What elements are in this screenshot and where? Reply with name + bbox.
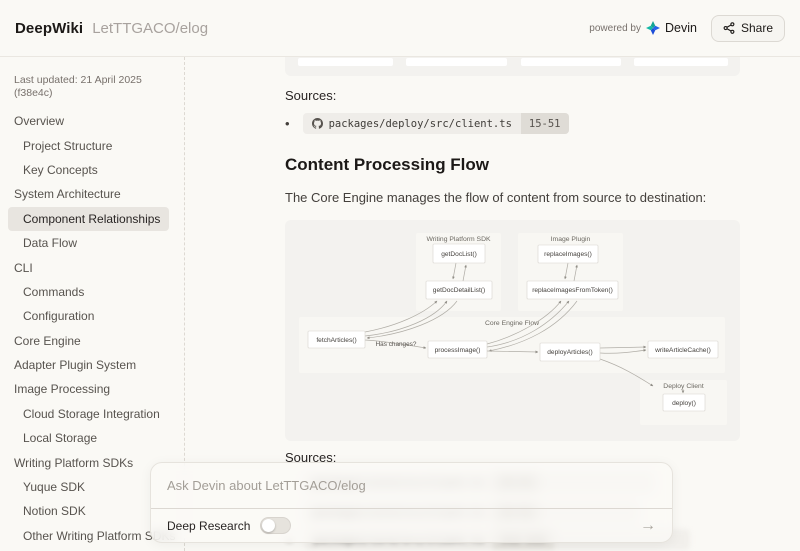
sidebar-item-local-storage[interactable]: Local Storage [0, 426, 184, 450]
sidebar-item-data-flow[interactable]: Data Flow [0, 231, 184, 255]
node-writeArticleCache: writeArticleCache() [648, 341, 718, 358]
edge-label-has-changes: Has changes? [376, 341, 417, 348]
top-bar: DeepWiki LetTTGACO/elog powered by Devin [0, 0, 800, 57]
svg-text:getDocDetailList(): getDocDetailList() [433, 287, 485, 294]
content-processing-flow-diagram: Writing Platform SDK Image Plugin Core E… [285, 220, 740, 441]
ask-devin-box: Deep Research → [150, 462, 673, 543]
node-getDocDetailList: getDocDetailList() [426, 281, 492, 299]
share-button[interactable]: Share [711, 15, 785, 42]
sidebar-item-key-concepts[interactable]: Key Concepts [0, 158, 184, 182]
header-right: powered by Devin [589, 15, 785, 42]
node-deploy: deploy() [663, 394, 705, 411]
node-deployArticles: deployArticles() [540, 343, 600, 361]
cutoff-node [298, 58, 393, 66]
deep-research-toggle[interactable] [260, 517, 291, 534]
subgraph-label: Image Plugin [551, 236, 591, 243]
cutoff-node [406, 58, 507, 66]
sidebar-item-adapter-plugin-system[interactable]: Adapter Plugin System [0, 353, 184, 377]
brand-logo[interactable]: DeepWiki [15, 20, 83, 37]
powered-by-devin[interactable]: powered by Devin [589, 21, 697, 35]
node-fetchArticles: fetchArticles() [308, 331, 365, 348]
svg-text:deployArticles(): deployArticles() [547, 349, 592, 356]
node-processImage: processImage() [428, 341, 487, 358]
node-replaceImages: replaceImages() [538, 245, 598, 263]
svg-text:deploy(): deploy() [672, 400, 696, 407]
cutoff-node [521, 58, 621, 66]
repo-name[interactable]: LetTTGACO/elog [92, 20, 208, 37]
last-updated: Last updated: 21 April 2025 (f38e4c) [14, 74, 174, 100]
sidebar-item-configuration[interactable]: Configuration [0, 304, 184, 328]
share-icon [723, 22, 735, 34]
toggle-knob [262, 519, 275, 532]
source-line-range: 15-51 [521, 113, 569, 134]
cutoff-node [634, 58, 728, 66]
ask-box-footer: Deep Research → [151, 509, 672, 542]
svg-text:fetchArticles(): fetchArticles() [316, 337, 356, 344]
source-file-path: packages/deploy/src/client.ts [329, 118, 512, 130]
subgraph-label: Writing Platform SDK [426, 236, 491, 243]
send-arrow-button[interactable]: → [640, 518, 656, 534]
sidebar-item-core-engine[interactable]: Core Engine [0, 329, 184, 353]
sidebar-item-component-relationships[interactable]: Component Relationships [8, 207, 169, 231]
bullet: • [285, 116, 290, 131]
sidebar-item-overview[interactable]: Overview [0, 109, 184, 133]
svg-text:processImage(): processImage() [435, 347, 481, 354]
sidebar-item-system-architecture[interactable]: System Architecture [0, 182, 184, 206]
sidebar-item-commands[interactable]: Commands [0, 280, 184, 304]
svg-text:replaceImages(): replaceImages() [544, 251, 592, 258]
github-icon [312, 118, 323, 129]
ask-devin-input[interactable] [151, 463, 672, 508]
devin-label: Devin [665, 21, 697, 35]
sidebar-item-cli[interactable]: CLI [0, 255, 184, 279]
sidebar-item-project-structure[interactable]: Project Structure [0, 133, 184, 157]
sidebar-item-image-processing[interactable]: Image Processing [0, 377, 184, 401]
powered-by-label: powered by [589, 23, 641, 34]
sources-heading: Sources: [285, 88, 336, 103]
sidebar-item-cloud-storage-integration[interactable]: Cloud Storage Integration [0, 402, 184, 426]
svg-text:replaceImagesFromToken(): replaceImagesFromToken() [532, 287, 613, 294]
section-title: Content Processing Flow [285, 155, 489, 175]
node-replaceImagesFromToken: replaceImagesFromToken() [527, 281, 618, 299]
source-row: • packages/deploy/src/client.ts 15-51 [285, 113, 569, 134]
devin-logo-icon [646, 21, 660, 35]
deepwiki-app: DeepWiki LetTTGACO/elog powered by Devin [0, 0, 800, 551]
share-label: Share [741, 21, 773, 35]
svg-text:writeArticleCache(): writeArticleCache() [654, 347, 711, 354]
subgraph-label: Deploy Client [663, 383, 704, 390]
node-getDocList: getDocList() [433, 244, 485, 263]
deep-research-label: Deep Research [167, 519, 250, 533]
svg-text:getDocList(): getDocList() [441, 251, 477, 258]
section-intro: The Core Engine manages the flow of cont… [285, 190, 706, 205]
source-link[interactable]: packages/deploy/src/client.ts 15-51 [303, 113, 569, 134]
